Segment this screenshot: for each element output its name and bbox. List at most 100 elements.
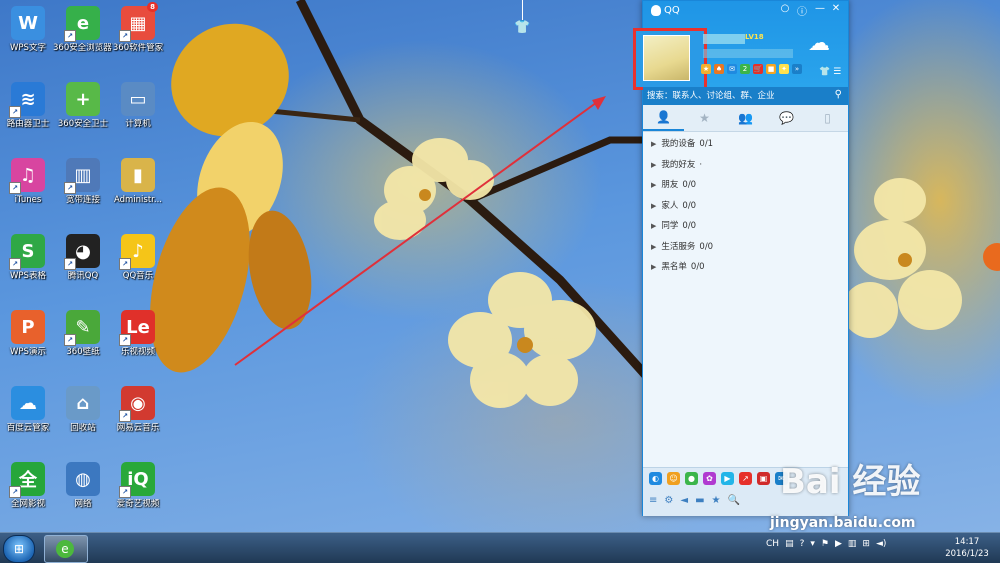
app-icon-5[interactable]: ↗ — [739, 472, 752, 485]
qzone-icon[interactable]: ★ — [701, 64, 711, 74]
desktop-icon-quanwang-video[interactable]: 全 ↗ 全网影视 — [0, 462, 58, 510]
desktop-icon-360-software-manager[interactable]: ▦ 8 ↗ 360软件管家 — [108, 2, 168, 54]
keyboard-icon[interactable]: ▤ — [785, 539, 794, 549]
tab-messages[interactable]: 💬 — [766, 105, 807, 131]
desktop-icon-wps-spreadsheet[interactable]: S ↗ WPS表格 — [0, 234, 58, 282]
tray-expand-icon[interactable]: ▾ — [810, 539, 815, 549]
volume-icon[interactable]: ◄) — [876, 539, 886, 549]
app-manager-icon[interactable]: ★ — [712, 495, 721, 506]
more-icon[interactable]: » — [792, 64, 802, 74]
tab-contacts[interactable]: 👤 — [643, 105, 684, 131]
group-count: 0/0 — [682, 180, 697, 191]
desktop-icon-netease-music[interactable]: ◉ ↗ 网易云音乐 — [108, 386, 168, 434]
tab-favorites[interactable]: ★ — [684, 105, 725, 131]
desktop-icon-label: QQ音乐 — [122, 271, 154, 281]
clock[interactable]: 14:17 2016/1/23 — [938, 536, 996, 560]
tab-devices[interactable]: ▯ — [807, 105, 848, 131]
watermark-url: jingyan.baidu.com — [770, 515, 916, 531]
desktop-icon-itunes[interactable]: ♫ ↗ iTunes — [0, 158, 58, 206]
desktop-icon-label: 360安全卫士 — [57, 119, 109, 129]
friend-group-3[interactable]: ▶ 家人 0/0 — [643, 196, 848, 217]
search-input[interactable] — [647, 89, 822, 102]
weibo-icon[interactable]: ♠ — [714, 64, 724, 74]
app-row-bottom: ≡ ⚙ ◄ ▬ ★ 🔍 — [649, 495, 740, 506]
desktop-icon-360-security[interactable]: +360安全卫士 — [53, 82, 113, 130]
friend-group-1[interactable]: ▶ 我的好友 · — [643, 155, 848, 176]
friend-group-2[interactable]: ▶ 朋友 0/0 — [643, 175, 848, 196]
desktop-icon-computer[interactable]: ▭ 计算机 — [108, 82, 168, 130]
desktop-icon-360-wallpaper[interactable]: ✎ ↗ 360壁纸 — [53, 310, 113, 358]
desktop-icon-broadband-connection[interactable]: ▥ ↗ 宽带连接 — [53, 158, 113, 206]
action-center-flag-icon[interactable]: ⚑ — [821, 539, 829, 549]
router-guard-icon: ≋ ↗ — [9, 82, 45, 118]
desktop-icon-label: 爱奇艺视频 — [116, 499, 160, 509]
expand-arrow-icon: ▶ — [651, 201, 657, 210]
desktop-icon-label: 腾讯QQ — [67, 271, 99, 281]
signature-blurred[interactable] — [703, 49, 793, 58]
app-icon-0[interactable]: ◐ — [649, 472, 662, 485]
skin-shirt-icon[interactable]: 👕 ☰ — [819, 67, 841, 77]
desktop-icon-qq-music[interactable]: ♪ ↗ QQ音乐 — [108, 234, 168, 282]
desktop-icon-wps-presentation[interactable]: P WPS演示 — [0, 310, 58, 358]
taskbar: ⊞ e CH ▤? ▾ ⚑ ▶ ▥ ⊞ ◄) 14:17 2016/1/23 — [0, 532, 1000, 563]
desktop-icon-letv-video[interactable]: Le ↗ 乐视视频 — [108, 310, 168, 358]
shop-icon[interactable]: 🛒 — [753, 64, 763, 74]
desktop-icon-network[interactable]: ◍ 网络 — [53, 462, 113, 510]
wps-writer-icon: W — [11, 6, 45, 40]
skin-button[interactable]: ○ — [778, 3, 792, 14]
app-icon-4[interactable]: ▶ — [721, 472, 734, 485]
friend-group-5[interactable]: ▶ 生活服务 0/0 — [643, 237, 848, 258]
nickname-blurred[interactable] — [703, 34, 745, 44]
help-icon[interactable]: ? — [800, 539, 805, 549]
groups-icon: 👥 — [738, 111, 753, 125]
language-indicator[interactable]: CH — [766, 539, 779, 549]
friend-group-0[interactable]: ▶ 我的设备 0/1 — [643, 134, 848, 155]
shirt-widget[interactable]: 👕 — [514, 0, 532, 40]
desktop-icon-router-guard[interactable]: ≋ ↗ 路由器卫士 — [0, 82, 58, 130]
main-menu-icon[interactable]: ≡ — [649, 495, 657, 506]
desktop-icon-tencent-qq[interactable]: ◕ ↗ 腾讯QQ — [53, 234, 113, 282]
close-button[interactable]: ✕ — [829, 3, 843, 14]
volume-icon[interactable]: ◄ — [680, 495, 688, 506]
friend-group-6[interactable]: ▶ 黑名单 0/0 — [643, 257, 848, 278]
app-icon-3[interactable]: ✿ — [703, 472, 716, 485]
media-icon[interactable]: ▶ — [835, 539, 842, 549]
desktop-icon-label: 网易云音乐 — [116, 423, 160, 433]
desktop-icon-360-browser[interactable]: e ↗ 360安全浏览器7 — [53, 6, 113, 54]
avatar[interactable] — [643, 35, 690, 81]
gift-icon[interactable]: ■ — [766, 64, 776, 74]
group-name: 生活服务 — [661, 241, 696, 252]
group-count: 0/1 — [699, 139, 714, 150]
weather-cloud-icon[interactable]: ☁ — [808, 31, 844, 59]
settings-icon[interactable]: ⚙ — [664, 495, 673, 506]
network-icon[interactable]: ⊞ — [862, 539, 870, 549]
desktop-icon-wps-writer[interactable]: W WPS文字 — [0, 6, 58, 54]
desktop-icon-administrator-folder[interactable]: ▮ Administr... — [108, 158, 168, 206]
expand-arrow-icon: ▶ — [651, 160, 657, 169]
desktop-icon-baidu-cloud[interactable]: ☁ 百度云管家 — [0, 386, 58, 434]
mail-icon[interactable]: ✉ — [727, 64, 737, 74]
game-icon[interactable]: ✦ — [779, 64, 789, 74]
message-manager-icon[interactable]: ▬ — [695, 495, 704, 506]
info-button[interactable]: ⓘ — [795, 3, 809, 18]
qq-penguin-icon — [651, 5, 661, 16]
desktop-icon-label: 360软件管家 — [112, 43, 164, 53]
qq-header: QQ ○ ⓘ — ✕ LV18 ★ ♠ ✉ 2 🛒 ■ ✦» ☁ 👕 ☰ — [633, 1, 848, 90]
device-icon[interactable]: ▥ — [848, 539, 857, 549]
app-icon-2[interactable]: ● — [685, 472, 698, 485]
taskbar-360-browser[interactable]: e — [44, 535, 88, 563]
app-icon-1[interactable]: ☺ — [667, 472, 680, 485]
desktop-icon-recycle-bin[interactable]: ⌂ 回收站 — [53, 386, 113, 434]
network-icon: ◍ — [66, 462, 100, 496]
minimize-button[interactable]: — — [813, 3, 827, 14]
search-icon[interactable]: ⚲ — [835, 89, 842, 100]
start-button[interactable]: ⊞ — [3, 535, 35, 563]
wallet-icon[interactable]: 2 — [740, 64, 750, 74]
desktop-icon-label: 百度云管家 — [6, 423, 50, 433]
desktop-icon-iqiyi-video[interactable]: iQ ↗ 爱奇艺视频 — [108, 462, 168, 510]
tab-groups[interactable]: 👥 — [725, 105, 766, 131]
friend-group-4[interactable]: ▶ 同学 0/0 — [643, 216, 848, 237]
shortcut-arrow-icon: ↗ — [9, 258, 21, 270]
find-icon[interactable]: 🔍 — [727, 495, 739, 506]
shortcut-arrow-icon: ↗ — [64, 334, 76, 346]
